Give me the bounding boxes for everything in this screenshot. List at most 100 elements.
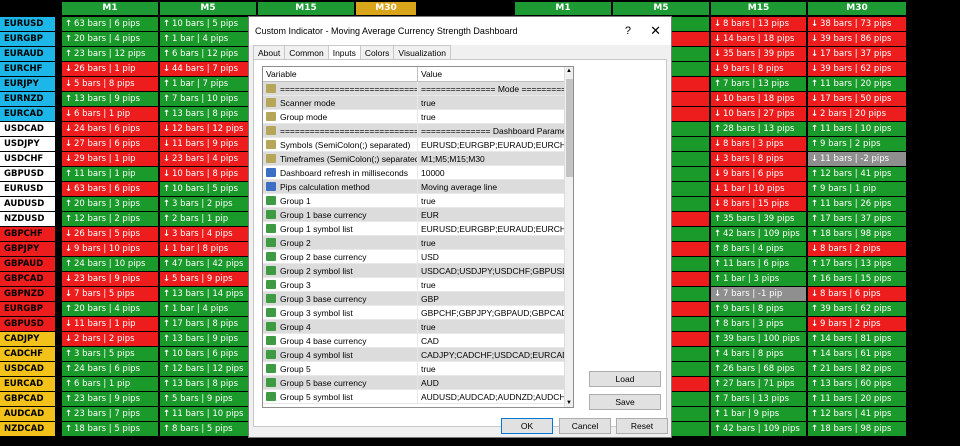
- signal-cell[interactable]: ↑ 42 bars | 109 pips: [711, 422, 806, 436]
- signal-cell[interactable]: ↑ 7 bars | 10 pips: [160, 92, 256, 106]
- parameter-row[interactable]: Group 5 base currency AUD: [263, 376, 573, 390]
- signal-cell[interactable]: ↑ 7 bars | 13 pips: [711, 77, 806, 91]
- signal-cell[interactable]: ↓ 10 bars | 27 pips: [711, 107, 806, 121]
- signal-cell[interactable]: ↑ 18 bars | 98 pips: [808, 422, 906, 436]
- signal-cell[interactable]: ↓ 9 bars | 8 pips: [711, 62, 806, 76]
- symbol-label[interactable]: EURCAD: [0, 377, 55, 391]
- signal-cell[interactable]: ↑ 35 bars | 39 pips: [711, 212, 806, 226]
- signal-cell[interactable]: ↑ 3 bars | 5 pips: [62, 347, 158, 361]
- parameter-row[interactable]: =========================== =============…: [263, 82, 573, 96]
- signal-cell[interactable]: ↑ 23 bars | 9 pips: [62, 392, 158, 406]
- symbol-label[interactable]: GBPCAD: [0, 272, 55, 286]
- signal-cell[interactable]: ↑ 8 bars | 4 pips: [711, 242, 806, 256]
- signal-cell[interactable]: ↑ 21 bars | 82 pips: [808, 362, 906, 376]
- signal-cell[interactable]: ↓ 39 bars | 62 pips: [808, 62, 906, 76]
- tab-common[interactable]: Common: [284, 45, 329, 59]
- signal-cell[interactable]: ↓ 23 bars | 9 pips: [62, 272, 158, 286]
- signal-cell[interactable]: ↑ 42 bars | 109 pips: [711, 227, 806, 241]
- parameter-value[interactable]: CADJPY;CADCHF;USDCAD;EURCAD;GB...: [418, 348, 566, 361]
- parameter-value[interactable]: GBP: [418, 292, 566, 305]
- signal-cell[interactable]: ↑ 14 bars | 61 pips: [808, 347, 906, 361]
- signal-cell[interactable]: ↓ 11 bars | 1 pip: [62, 317, 158, 331]
- signal-cell[interactable]: ↑ 18 bars | 98 pips: [808, 227, 906, 241]
- symbol-label[interactable]: EURUSD: [0, 17, 55, 31]
- signal-cell[interactable]: ↓ 35 bars | 39 pips: [711, 47, 806, 61]
- signal-cell[interactable]: ↑ 8 bars | 3 pips: [711, 317, 806, 331]
- symbol-label[interactable]: USDCAD: [0, 122, 55, 136]
- signal-cell[interactable]: ↑ 11 bars | 10 pips: [160, 407, 256, 421]
- signal-cell[interactable]: ↓ 1 bar | 10 pips: [711, 182, 806, 196]
- symbol-label[interactable]: GBPUSD: [0, 167, 55, 181]
- signal-cell[interactable]: ↑ 10 bars | 5 pips: [160, 182, 256, 196]
- signal-cell[interactable]: ↑ 24 bars | 10 pips: [62, 257, 158, 271]
- parameter-value[interactable]: M1;M5;M15;M30: [418, 152, 566, 165]
- parameter-row[interactable]: Scanner mode true: [263, 96, 573, 110]
- reset-button[interactable]: Reset: [616, 418, 668, 434]
- close-icon[interactable]: ✕: [650, 17, 661, 45]
- ok-button[interactable]: OK: [501, 418, 553, 434]
- signal-cell[interactable]: ↑ 12 bars | 41 pips: [808, 167, 906, 181]
- parameter-row[interactable]: =========================== =============…: [263, 124, 573, 138]
- parameter-row[interactable]: Group 2 true: [263, 236, 573, 250]
- parameter-row[interactable]: Group 4 base currency CAD: [263, 334, 573, 348]
- signal-cell[interactable]: ↓ 6 bars | 1 pip: [62, 107, 158, 121]
- signal-cell[interactable]: ↑ 14 bars | 81 pips: [808, 332, 906, 346]
- signal-cell[interactable]: ↓ 63 bars | 6 pips: [62, 182, 158, 196]
- signal-cell[interactable]: ↑ 23 bars | 7 pips: [62, 407, 158, 421]
- parameter-row[interactable]: Group 3 symbol list GBPCHF;GBPJPY;GBPAUD;…: [263, 306, 573, 320]
- signal-cell[interactable]: ↑ 39 bars | 62 pips: [808, 302, 906, 316]
- parameter-row[interactable]: Group 2 base currency USD: [263, 250, 573, 264]
- parameter-value[interactable]: AUD: [418, 376, 566, 389]
- signal-cell[interactable]: ↓ 8 bars | 6 pips: [808, 287, 906, 301]
- symbol-label[interactable]: CADCHF: [0, 347, 55, 361]
- symbol-label[interactable]: USDJPY: [0, 137, 55, 151]
- signal-cell[interactable]: ↓ 10 bars | 8 pips: [160, 167, 256, 181]
- parameter-value[interactable]: GBPCHF;GBPJPY;GBPAUD;GBPCAD;GB...: [418, 306, 566, 319]
- signal-cell[interactable]: ↑ 24 bars | 6 pips: [62, 362, 158, 376]
- symbol-label[interactable]: EURGBP: [0, 32, 55, 46]
- signal-cell[interactable]: ↑ 5 bars | 9 pips: [160, 392, 256, 406]
- symbol-label[interactable]: USDCHF: [0, 152, 55, 166]
- signal-cell[interactable]: ↓ 11 bars | 9 pips: [160, 137, 256, 151]
- parameter-value[interactable]: USD: [418, 250, 566, 263]
- tab-about[interactable]: About: [253, 45, 286, 59]
- signal-cell[interactable]: ↑ 17 bars | 37 pips: [808, 212, 906, 226]
- signal-cell[interactable]: ↑ 12 bars | 2 pips: [62, 212, 158, 226]
- symbol-label[interactable]: USDCAD: [0, 362, 55, 376]
- symbol-label[interactable]: EURGBP: [0, 302, 55, 316]
- parameter-row[interactable]: Group 4 true: [263, 320, 573, 334]
- signal-cell[interactable]: ↓ 10 bars | 18 pips: [711, 92, 806, 106]
- parameter-row[interactable]: Group 1 symbol list EURUSD;EURGBP;EURAUD;…: [263, 222, 573, 236]
- signal-cell[interactable]: ↑ 1 bar | 4 pips: [160, 302, 256, 316]
- signal-cell[interactable]: ↑ 13 bars | 9 pips: [62, 92, 158, 106]
- signal-cell[interactable]: ↓ 38 bars | 73 pips: [808, 17, 906, 31]
- signal-cell[interactable]: ↓ 11 bars | -2 pips: [808, 152, 906, 166]
- signal-cell[interactable]: ↑ 9 bars | 1 pip: [808, 182, 906, 196]
- signal-cell[interactable]: ↓ 29 bars | 1 pip: [62, 152, 158, 166]
- parameter-value[interactable]: USDCAD;USDJPY;USDCHF;GBPUSD;E...: [418, 264, 566, 277]
- column-header-value[interactable]: Value: [418, 67, 442, 81]
- tab-visualization[interactable]: Visualization: [393, 45, 451, 59]
- parameter-value[interactable]: true: [418, 278, 566, 291]
- signal-cell[interactable]: ↑ 18 bars | 5 pips: [62, 422, 158, 436]
- signal-cell[interactable]: ↑ 13 bars | 9 pips: [160, 332, 256, 346]
- parameter-row[interactable]: Group mode true: [263, 110, 573, 124]
- signal-cell[interactable]: ↑ 28 bars | 13 pips: [711, 122, 806, 136]
- signal-cell[interactable]: ↑ 11 bars | 20 pips: [808, 392, 906, 406]
- symbol-label[interactable]: NZDUSD: [0, 212, 55, 226]
- signal-cell[interactable]: ↑ 20 bars | 4 pips: [62, 32, 158, 46]
- signal-cell[interactable]: ↑ 1 bar | 4 pips: [160, 32, 256, 46]
- symbol-label[interactable]: CADJPY: [0, 332, 55, 346]
- signal-cell[interactable]: ↑ 11 bars | 10 pips: [808, 122, 906, 136]
- symbol-label[interactable]: AUDCAD: [0, 407, 55, 421]
- signal-cell[interactable]: ↓ 8 bars | 15 pips: [711, 197, 806, 211]
- signal-cell[interactable]: ↓ 17 bars | 37 pips: [808, 47, 906, 61]
- parameter-row[interactable]: Timeframes (SemiColon(;) separated) M1;M5…: [263, 152, 573, 166]
- signal-cell[interactable]: ↑ 6 bars | 1 pip: [62, 377, 158, 391]
- parameter-row[interactable]: Group 5 symbol list AUDUSD;AUDCAD;AUDNZD;…: [263, 390, 573, 404]
- parameter-value[interactable]: Moving average line: [418, 180, 566, 193]
- parameter-value[interactable]: AUDUSD;AUDCAD;AUDNZD;AUDCHF;A...: [418, 390, 566, 403]
- signal-cell[interactable]: ↑ 11 bars | 6 pips: [711, 257, 806, 271]
- signal-cell[interactable]: ↑ 23 bars | 12 pips: [62, 47, 158, 61]
- signal-cell[interactable]: ↓ 17 bars | 50 pips: [808, 92, 906, 106]
